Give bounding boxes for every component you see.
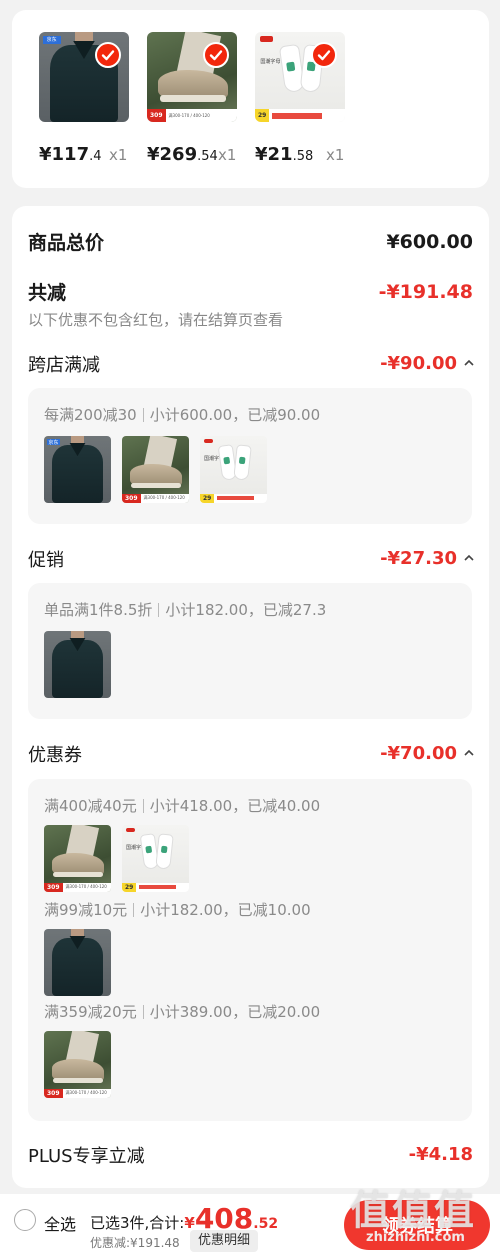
chevron-up-icon[interactable]	[463, 552, 475, 564]
coupons-amount[interactable]: -¥70.00	[380, 743, 457, 764]
select-all-label[interactable]: 全选	[44, 1211, 76, 1235]
discount-detail-button[interactable]: 优惠明细	[190, 1230, 259, 1252]
promotion-label: 促销	[28, 550, 64, 571]
reduce-label: 共减	[28, 282, 67, 304]
cross-store-group: 每满200减30 小计600.00，已减90.00 京东 309 满300-170 …	[28, 388, 472, 524]
discount-note: 以下优惠不包含红包，请在结算页查看	[28, 311, 284, 329]
chevron-up-icon[interactable]	[463, 357, 475, 369]
total-label: 商品总价	[28, 232, 105, 254]
plus-amount: -¥4.18	[408, 1144, 473, 1165]
group-thumb-shirt[interactable]: 京东	[44, 436, 111, 503]
group-thumb-shoe[interactable]: 309 满300-170 / 400-120	[44, 825, 111, 892]
plus-label: PLUS专享立减	[28, 1146, 145, 1167]
coupon-rule-3: 满359减20元 小计389.00，已减20.00	[44, 1003, 321, 1021]
coupons-label: 优惠券	[28, 745, 82, 766]
sock-badge: 29	[200, 493, 267, 503]
coupons-group: 满400减40元 小计418.00，已减40.00 309 满300-170 / 4…	[28, 779, 472, 1121]
item-price-sock: ¥21.58	[255, 144, 314, 165]
promotion-group: 单品满1件8.5折 小计182.00，已减27.3	[28, 583, 472, 719]
item-qty-shirt: x1	[109, 146, 128, 164]
item-qty-shoe: x1	[218, 146, 237, 164]
item-qty-sock: x1	[326, 146, 345, 164]
group-thumb-sock[interactable]: 国潮字母 29	[122, 825, 189, 892]
discount-summary-card: 商品总价 ¥600.00 共减 -¥191.48 以下优惠不包含红包，请在结算页…	[12, 206, 489, 1188]
promotion-amount[interactable]: -¥27.30	[380, 548, 457, 569]
checked-icon[interactable]	[95, 42, 121, 68]
shirt-tag: 京东	[46, 438, 61, 446]
item-price-shoe: ¥269.54	[147, 144, 218, 165]
sock-badge: 29	[122, 882, 189, 892]
shoe-badge: 309 满300-170 / 400-120	[122, 493, 189, 503]
total-value: ¥600.00	[386, 231, 473, 253]
checked-icon[interactable]	[203, 42, 229, 68]
selected-count-text: 已选3件,合计:	[90, 1214, 185, 1232]
checkout-button[interactable]: 领券结算	[344, 1200, 490, 1250]
item-price-shirt: ¥117.4	[39, 144, 102, 165]
cross-store-amount[interactable]: -¥90.00	[380, 353, 457, 374]
checked-icon[interactable]	[311, 42, 337, 68]
shirt-tag: 京东	[42, 35, 61, 44]
shoe-badge: 309 满300-170 / 400-120	[44, 882, 111, 892]
reduce-value: -¥191.48	[378, 281, 473, 303]
group-thumb-shoe[interactable]: 309 满300-170 / 400-120	[122, 436, 189, 503]
promotion-rule: 单品满1件8.5折 小计182.00，已减27.3	[44, 601, 327, 619]
checkout-bar: 全选 已选3件,合计:¥408.52 优惠减:¥191.48 优惠明细 领券结算	[0, 1194, 500, 1258]
total-decimal: .52	[253, 1216, 279, 1232]
sock-badge: 29	[255, 109, 345, 122]
group-thumb-sock[interactable]: 国潮字母 29	[200, 436, 267, 503]
select-all-radio[interactable]	[14, 1209, 36, 1231]
cross-store-label: 跨店满减	[28, 355, 100, 376]
coupon-rule-1: 满400减40元 小计418.00，已减40.00	[44, 797, 321, 815]
sock-label: 国潮字母	[260, 59, 281, 65]
group-thumb-shoe[interactable]: 309 满300-170 / 400-120	[44, 1031, 111, 1098]
group-thumb-shirt[interactable]	[44, 929, 111, 996]
cross-store-rule: 每满200减30 小计600.00，已减90.00	[44, 406, 321, 424]
chevron-up-icon[interactable]	[463, 747, 475, 759]
shoe-badge: 309 满300-170 / 400-120	[147, 109, 237, 122]
group-thumb-shirt[interactable]	[44, 631, 111, 698]
shoe-badge: 309 满300-170 / 400-120	[44, 1088, 111, 1098]
selected-items-card: 京东 ¥117.4 x1 309 满300-170 / 400-120 ¥269.…	[12, 10, 489, 188]
coupon-rule-2: 满99减10元 小计182.00，已减10.00	[44, 901, 311, 919]
discount-total-text: 优惠减:¥191.48	[90, 1236, 180, 1250]
